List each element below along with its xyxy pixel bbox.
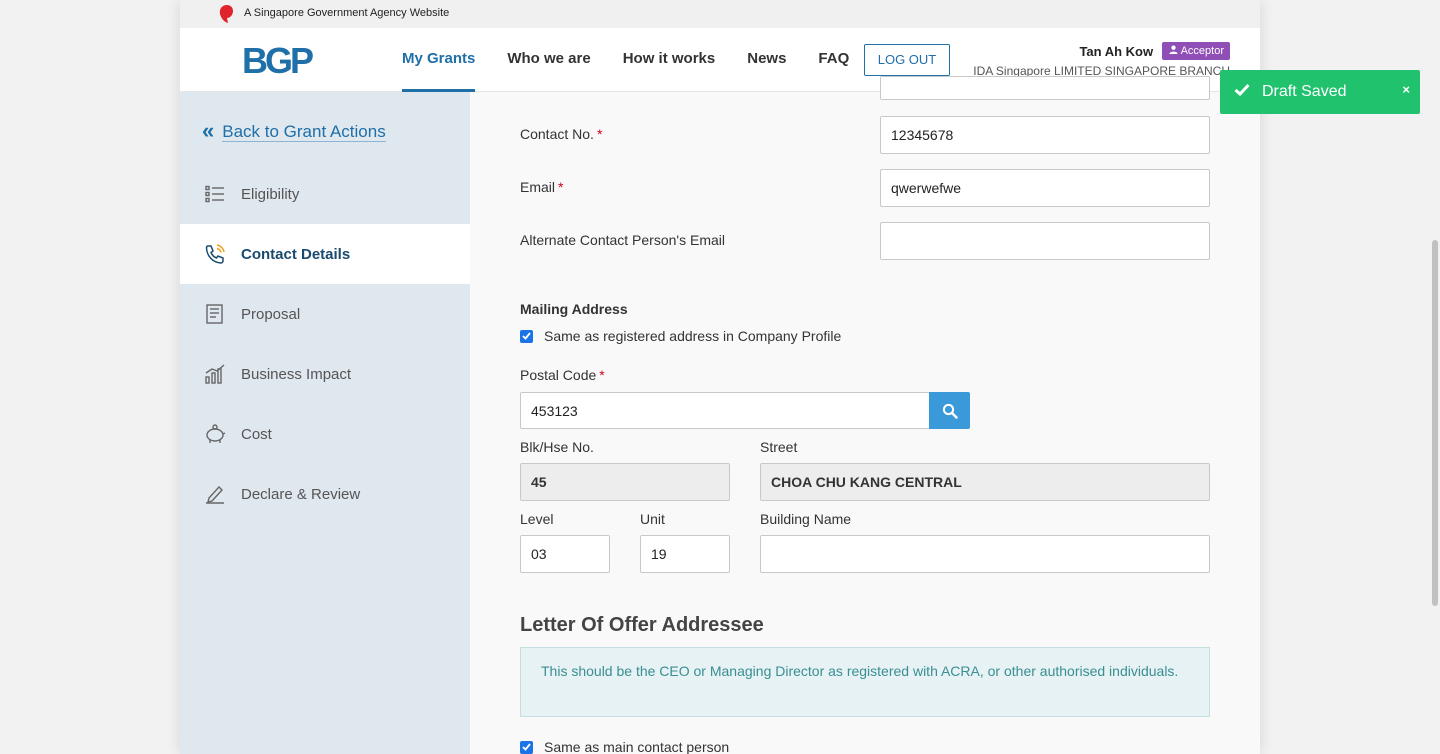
logout-button[interactable]: LOG OUT: [864, 44, 950, 76]
sidebar-item-label: Eligibility: [241, 185, 300, 203]
same-as-main-checkbox-row[interactable]: Same as main contact person: [520, 739, 729, 754]
sidebar-item-label: Declare & Review: [241, 485, 361, 503]
list-icon: [204, 183, 226, 205]
required-mark: *: [558, 179, 564, 195]
phone-icon: [204, 243, 226, 265]
masthead-text: A Singapore Government Agency Website: [244, 7, 450, 19]
building-name-input[interactable]: [760, 535, 1210, 573]
mailing-address-title: Mailing Address: [520, 301, 628, 317]
blk-label: Blk/Hse No.: [520, 439, 594, 455]
piggybank-icon: [204, 423, 226, 445]
chart-icon: [204, 363, 226, 385]
contact-no-label: Contact No. *: [520, 126, 603, 142]
contact-form: Contact No. * 12345678 Email * qwerwefwe A…: [470, 76, 1260, 754]
user-info: Tan Ah Kow Acceptor IDA Singapore LIMITE…: [973, 42, 1230, 78]
building-name-label: Building Name: [760, 511, 852, 527]
role-badge: Acceptor: [1161, 42, 1230, 60]
checkbox-checked-icon[interactable]: [520, 329, 533, 343]
checkmark-icon: [1234, 83, 1250, 101]
sidebar-item-label: Business Impact: [241, 365, 352, 383]
email-label: Email *: [520, 179, 564, 195]
sidebar-item-cost[interactable]: Cost: [180, 404, 470, 464]
sidebar-item-contact-details[interactable]: Contact Details: [180, 224, 470, 284]
sidebar-item-business-impact[interactable]: Business Impact: [180, 344, 470, 404]
cut-off-field[interactable]: [880, 76, 1210, 100]
draft-saved-toast: Draft Saved ×: [1220, 70, 1420, 114]
unit-input[interactable]: 19: [640, 535, 730, 573]
nav-news[interactable]: News: [747, 28, 786, 92]
signature-icon: [204, 483, 226, 505]
nav-faq[interactable]: FAQ: [818, 28, 849, 92]
back-to-grant-actions-link[interactable]: « Back to Grant Actions: [202, 118, 386, 144]
required-mark: *: [596, 126, 603, 142]
postal-search-button[interactable]: [929, 392, 970, 429]
level-input[interactable]: 03: [520, 535, 610, 573]
close-icon[interactable]: ×: [1402, 82, 1410, 97]
alt-email-input[interactable]: [880, 222, 1210, 260]
sidebar-item-declare-review[interactable]: Declare & Review: [180, 464, 470, 524]
same-as-registered-checkbox-row[interactable]: Same as registered address in Company Pr…: [520, 328, 841, 344]
page-scrollbar[interactable]: [1432, 240, 1438, 606]
toast-message: Draft Saved: [1262, 83, 1347, 100]
sidebar-item-eligibility[interactable]: Eligibility: [180, 164, 470, 224]
nav-how-it-works[interactable]: How it works: [623, 28, 716, 92]
street-input: CHOA CHU KANG CENTRAL: [760, 463, 1210, 501]
postal-code-input[interactable]: 453123: [520, 392, 930, 429]
gov-masthead: A Singapore Government Agency Website: [180, 0, 1260, 28]
email-input[interactable]: qwerwefwe: [880, 169, 1210, 207]
checkbox-checked-icon[interactable]: [520, 740, 533, 754]
nav-my-grants[interactable]: My Grants: [402, 28, 476, 92]
level-label: Level: [520, 511, 554, 527]
step-sidebar: « Back to Grant Actions Eligibility Conta…: [180, 92, 470, 754]
sidebar-item-label: Proposal: [241, 305, 301, 323]
sidebar-item-label: Contact Details: [241, 245, 351, 263]
bgp-logo[interactable]: BGP: [242, 40, 314, 82]
same-as-main-label: Same as main contact person: [544, 739, 730, 754]
user-icon: [1168, 45, 1178, 57]
alt-email-label: Alternate Contact Person's Email: [520, 232, 725, 248]
blk-input: 45: [520, 463, 730, 501]
lion-head-icon: [219, 5, 233, 23]
main-nav: My Grants Who we are How it works News F…: [402, 28, 881, 92]
role-badge-label: Acceptor: [1180, 45, 1224, 57]
user-name: Tan Ah Kow: [1079, 43, 1154, 59]
double-chevron-left-icon: «: [202, 118, 215, 143]
required-mark: *: [599, 367, 605, 383]
sidebar-item-label: Cost: [241, 425, 272, 443]
nav-who-we-are[interactable]: Who we are: [507, 28, 590, 92]
loo-info-box: This should be the CEO or Managing Direc…: [520, 647, 1210, 717]
page-container: A Singapore Government Agency Website BG…: [180, 0, 1260, 754]
postal-code-label: Postal Code *: [520, 367, 605, 383]
same-as-registered-label: Same as registered address in Company Pr…: [544, 328, 842, 344]
contact-no-input[interactable]: 12345678: [880, 116, 1210, 154]
letter-of-offer-title: Letter Of Offer Addressee: [520, 614, 764, 636]
back-link-label: Back to Grant Actions: [222, 122, 386, 142]
sidebar-item-proposal[interactable]: Proposal: [180, 284, 470, 344]
street-label: Street: [760, 439, 798, 455]
unit-label: Unit: [640, 511, 665, 527]
document-icon: [204, 303, 226, 325]
search-icon: [942, 403, 958, 419]
